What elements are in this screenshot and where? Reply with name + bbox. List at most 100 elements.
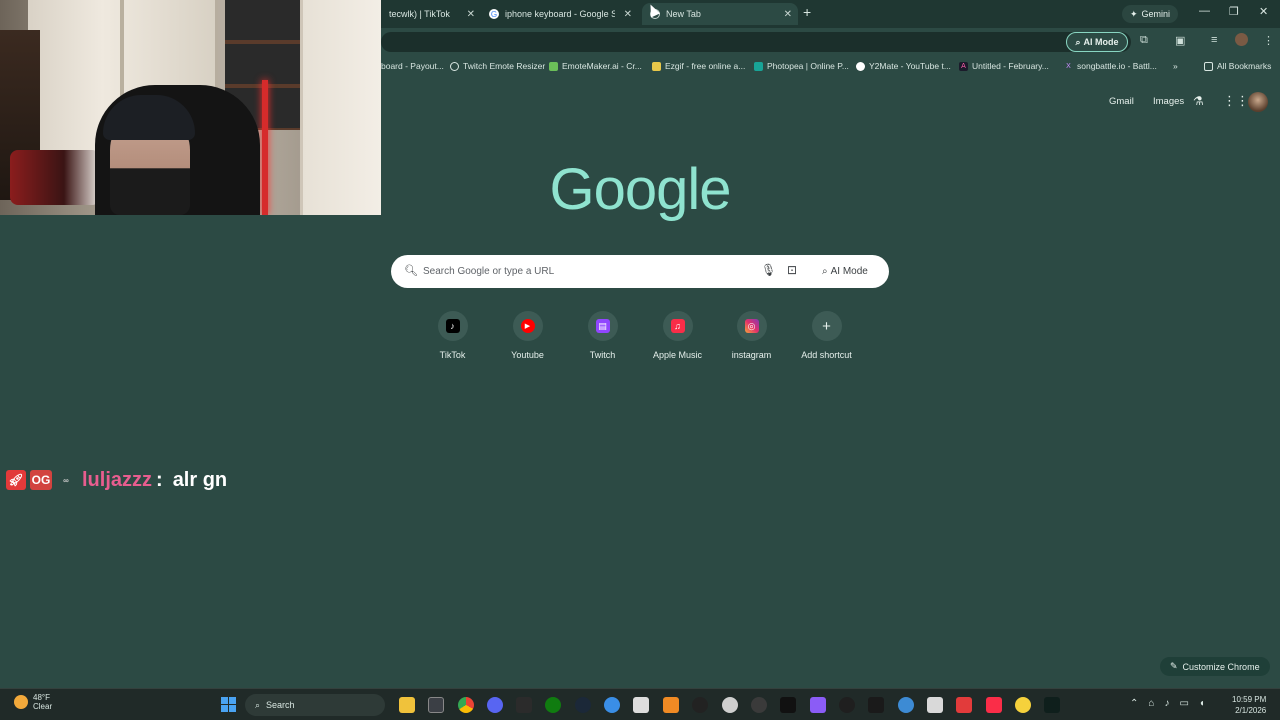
labs-flask-icon[interactable]: ⚗ (1193, 94, 1204, 108)
goofy-badge-icon: ∞ (63, 475, 69, 485)
new-tab-button[interactable]: + (803, 4, 811, 20)
bookmark-item[interactable]: Xsongbattle.io - Battl... (1064, 61, 1157, 71)
discord-icon[interactable] (487, 697, 503, 713)
bookmark-label: EmoteMaker.ai - Cr... (562, 61, 642, 71)
bookmark-label: songbattle.io - Battl... (1077, 61, 1157, 71)
ezgif-icon (652, 61, 661, 71)
bookmark-item[interactable]: A Untitled - February... (959, 61, 1049, 71)
y2mate-icon (856, 61, 865, 71)
windows-start-icon[interactable] (221, 697, 236, 712)
steam-icon[interactable] (575, 697, 591, 713)
songbattle-icon: X (1066, 62, 1071, 70)
microphone-icon[interactable]: ♪ (1164, 698, 1169, 709)
bookmark-item[interactable]: Twitch Emote Resizer (450, 61, 545, 71)
shortcut-label: TikTok (439, 350, 466, 360)
epic-games-icon[interactable] (516, 697, 532, 713)
address-bar[interactable] (381, 32, 1131, 52)
add-shortcut-button[interactable]: + Add shortcut (789, 311, 864, 371)
images-link[interactable]: Images (1153, 96, 1184, 107)
ai-mode-label: AI Mode (1083, 37, 1119, 47)
app-icon[interactable] (927, 697, 943, 713)
store-icon[interactable] (428, 697, 444, 713)
cast-icon[interactable]: ▣ (1175, 34, 1185, 47)
network-icon[interactable]: ⌂ (1148, 698, 1154, 709)
more-bookmarks-button[interactable]: » (1173, 61, 1178, 71)
restore-icon[interactable]: ❐ (1229, 5, 1239, 18)
shortcut-instagram[interactable]: ◎ instagram (714, 311, 789, 371)
search-icon: 🔍︎ (404, 265, 418, 277)
bookmark-item[interactable]: EmoteMaker.ai - Cr... (549, 61, 642, 71)
app-icon[interactable] (1015, 697, 1031, 713)
close-icon[interactable]: ✕ (784, 9, 792, 20)
app-icon[interactable] (1044, 697, 1060, 713)
globe-icon (450, 61, 459, 71)
capcut-icon[interactable] (868, 697, 884, 713)
xbox-icon[interactable] (545, 697, 561, 713)
apple-music-icon: ♫ (670, 319, 685, 333)
app-icon[interactable] (780, 697, 796, 713)
vlc-icon[interactable] (663, 697, 679, 713)
ai-mode-button[interactable]: ⌕ AI Mode (815, 262, 875, 281)
display-icon[interactable]: ▭ (1179, 698, 1188, 709)
tab-new-tab[interactable]: New Tab ✕ (642, 3, 798, 25)
settings-icon[interactable] (722, 697, 738, 713)
folder-icon (1204, 61, 1213, 71)
top-links: Gmail Images ⚗ ⋮⋮⋮ (1080, 92, 1280, 112)
weather-condition: Clear (33, 702, 53, 711)
volume-icon[interactable]: ◖ (1199, 698, 1205, 709)
shortcut-youtube[interactable]: ▶ Youtube (490, 311, 565, 371)
system-tray: ⌃ ⌂ ♪ ▭ ◖ (1130, 698, 1205, 709)
battlenet-icon[interactable] (604, 697, 620, 713)
account-avatar[interactable] (1248, 92, 1268, 112)
shortcut-label: Apple Music (652, 350, 703, 360)
rocket-badge-icon: 🚀︎ (6, 470, 26, 490)
bookmark-item[interactable]: board - Payout... (381, 61, 444, 71)
taskbar-clock[interactable]: 10:59 PM 2/1/2026 (1232, 694, 1266, 716)
close-window-icon[interactable]: ✕ (1259, 5, 1268, 18)
shortcut-tiktok[interactable]: ♪ TikTok (415, 311, 490, 371)
microphone-icon[interactable]: 🎙︎ (761, 263, 776, 277)
file-explorer-icon[interactable] (399, 697, 415, 713)
media-icon[interactable]: ≡ (1211, 34, 1217, 46)
edge-icon[interactable] (898, 697, 914, 713)
chevron-up-icon[interactable]: ⌃ (1130, 698, 1138, 709)
close-icon[interactable]: ✕ (467, 9, 475, 20)
profile-avatar[interactable] (1235, 33, 1248, 46)
shortcut-label: Twitch (589, 350, 616, 360)
app-icon[interactable] (810, 697, 826, 713)
taskbar-search[interactable]: ⌕ Search (245, 694, 385, 716)
tab-tiktok[interactable]: tecwlk) | TikTok ✕ (381, 3, 481, 25)
close-icon[interactable]: ✕ (624, 9, 632, 20)
obs-icon[interactable] (692, 697, 708, 713)
app-icon[interactable] (633, 697, 649, 713)
gmail-link[interactable]: Gmail (1109, 96, 1134, 107)
apple-music-taskbar-icon[interactable] (986, 697, 1002, 713)
bookmark-item[interactable]: Y2Mate - YouTube t... (856, 61, 951, 71)
omnibox-ai-mode-button[interactable]: ⌕ AI Mode (1066, 32, 1128, 52)
webcam-overlay (0, 0, 381, 215)
google-lens-icon[interactable]: ⊡ (787, 263, 797, 277)
app-icon[interactable] (839, 697, 855, 713)
shortcut-twitch[interactable]: ▤ Twitch (565, 311, 640, 371)
weather-widget[interactable]: 48°F Clear (14, 693, 52, 711)
bookmark-item[interactable]: Ezgif - free online a... (652, 61, 745, 71)
tab-google-search[interactable]: G iphone keyboard - Google Sea ✕ (481, 3, 638, 25)
shortcut-apple-music[interactable]: ♫ Apple Music (640, 311, 715, 371)
chrome-taskbar-icon[interactable] (458, 697, 474, 713)
search-box[interactable]: 🔍︎ 🎙︎ ⊡ ⌕ AI Mode (391, 255, 889, 288)
search-sparkle-icon: ⌕ (822, 266, 828, 277)
bookmark-item[interactable]: Photopea | Online P... (754, 61, 849, 71)
minimize-icon[interactable]: — (1199, 5, 1210, 17)
clock-date: 2/1/2026 (1235, 706, 1267, 715)
app-icon[interactable] (956, 697, 972, 713)
search-input[interactable] (423, 263, 743, 280)
extensions-icon[interactable]: ⧉ (1140, 34, 1148, 47)
photopea-icon (754, 61, 763, 71)
all-bookmarks-button[interactable]: All Bookmarks (1204, 61, 1271, 71)
customize-chrome-button[interactable]: ✎ Customize Chrome (1160, 657, 1270, 676)
ai-mode-label: AI Mode (830, 266, 868, 277)
gemini-button[interactable]: ✦ Gemini (1122, 5, 1179, 23)
menu-icon[interactable]: ⋮ (1263, 34, 1274, 47)
app-icon[interactable] (751, 697, 767, 713)
google-icon: G (489, 9, 499, 19)
